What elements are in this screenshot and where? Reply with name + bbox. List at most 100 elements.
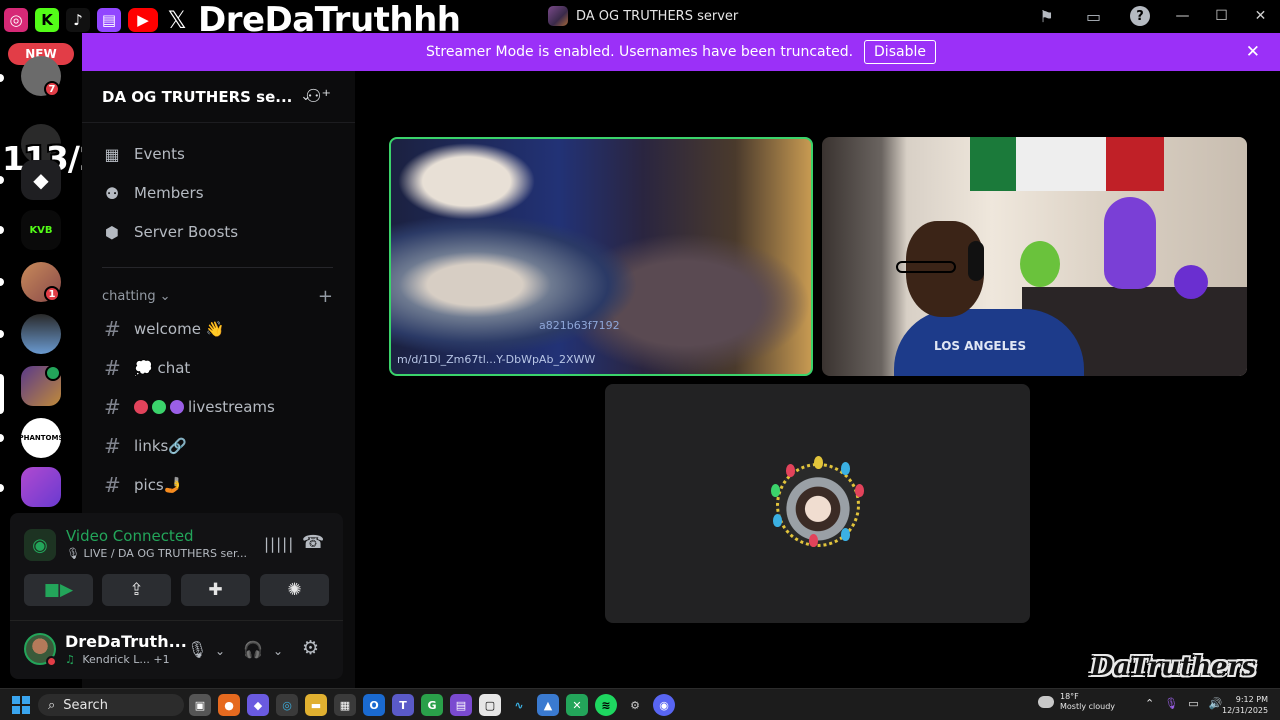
server-icon-glasses[interactable]	[21, 314, 61, 354]
boost-icon: ⬢	[105, 222, 119, 242]
channel-welcome[interactable]: # welcome 👋	[104, 312, 224, 346]
firefox-icon[interactable]: ●	[218, 694, 240, 716]
volume-icon[interactable]: 🔊	[1209, 697, 1223, 710]
unread-pip	[0, 74, 4, 82]
window-title: DA OG TRUTHERS server	[548, 6, 738, 26]
banner-message: Streamer Mode is enabled. Usernames have…	[426, 44, 854, 60]
hoodie-text: LOS ANGELES	[934, 339, 1027, 353]
video-overlay-text: m/d/1Dl_Zm67tl...Y-DbWpAb_2XWW	[397, 353, 596, 366]
disconnect-icon[interactable]: ☎	[302, 532, 324, 553]
close-window-button[interactable]: ✕	[1241, 0, 1280, 32]
headset	[968, 241, 984, 281]
network-icon[interactable]: ▭	[1188, 697, 1198, 710]
outlook-icon[interactable]: O	[363, 694, 385, 716]
system-tray: ⌃ 🎙 ▭ 🔊	[1145, 697, 1222, 710]
chevron-up-icon[interactable]: ⌃	[1145, 697, 1154, 710]
server-icon-purple[interactable]	[21, 467, 61, 507]
weather-widget[interactable]: 18°F Mostly cloudy	[1038, 692, 1115, 712]
window-title-text: DA OG TRUTHERS server	[576, 8, 739, 24]
plush-heart	[1174, 265, 1208, 299]
app-icon[interactable]: ▢	[479, 694, 501, 716]
channel-chat[interactable]: # 💭 chat	[104, 351, 190, 385]
category-chatting[interactable]: chatting ⌄	[102, 289, 171, 304]
instagram-icon: ◎	[2, 6, 30, 34]
microphone-icon[interactable]: 🎙	[187, 640, 207, 659]
teams-icon[interactable]: T	[392, 694, 414, 716]
task-view-icon[interactable]: ▣	[189, 694, 211, 716]
server-icon-gem[interactable]: ◆	[21, 160, 61, 200]
voice-panel: ◉ Video Connected 🎙 LIVE / DA OG TRUTHER…	[10, 513, 343, 679]
edge-icon[interactable]: ◎	[276, 694, 298, 716]
music-note-icon: ♫	[65, 653, 75, 666]
windows-taskbar: ⌕ Search ▣ ● ◆ ◎ ▬ ▦ O T G ▤ ▢ ∿ ▲ ✕ ≋ ⚙…	[0, 688, 1280, 720]
photos-icon[interactable]: ▲	[537, 694, 559, 716]
connection-signal-icon[interactable]: ◉	[24, 529, 56, 561]
noise-suppression-icon[interactable]: |||||	[264, 535, 294, 553]
mention-badge: 1	[44, 286, 60, 302]
search-icon: ⌕	[48, 697, 56, 713]
microphone-icon: 🎙	[66, 547, 80, 560]
channel-name: links	[134, 437, 169, 455]
nav-server-boosts[interactable]: ⬢ Server Boosts	[102, 215, 238, 249]
taskbar-search[interactable]: ⌕ Search	[38, 694, 184, 716]
create-channel-icon[interactable]: +	[318, 286, 333, 307]
app-icon[interactable]: ✕	[566, 694, 588, 716]
channel-pics[interactable]: # pics🤳	[104, 468, 182, 502]
close-icon[interactable]: ✕	[1246, 42, 1260, 62]
store-icon[interactable]: ▦	[334, 694, 356, 716]
clock-date: 12/31/2025	[1222, 706, 1269, 715]
spotify-icon[interactable]: ≋	[595, 694, 617, 716]
headphones-icon[interactable]: 🎧	[243, 640, 263, 659]
divider	[102, 267, 333, 268]
maximize-button[interactable]: ☐	[1202, 0, 1241, 32]
app-icon[interactable]: ▤	[450, 694, 472, 716]
light-bulb-icon	[771, 484, 780, 497]
app-icon[interactable]: ∿	[508, 694, 530, 716]
game-bar-icon[interactable]: G	[421, 694, 443, 716]
soundboard-button[interactable]: ✺	[260, 574, 329, 606]
voice-channel-label[interactable]: 🎙 LIVE / DA OG TRUTHERS ser...	[66, 547, 247, 560]
clock[interactable]: 9:12 PM 12/31/2025	[1222, 694, 1268, 716]
light-bulb-icon	[809, 534, 818, 547]
server-header[interactable]: DA OG TRUTHERS se... ⌄ ⚇⁺	[82, 71, 355, 123]
disable-streamer-mode-button[interactable]: Disable	[864, 40, 936, 64]
help-icon[interactable]: ?	[1130, 6, 1150, 26]
activities-button[interactable]: ✚	[181, 574, 250, 606]
purple-circle-icon	[170, 400, 184, 414]
server-icon-kvb[interactable]: KVB	[21, 210, 61, 250]
file-explorer-icon[interactable]: ▬	[305, 694, 327, 716]
copilot-icon[interactable]: ◆	[247, 694, 269, 716]
channel-links[interactable]: # links🔗	[104, 429, 187, 463]
webcam-person: LOS ANGELES	[894, 221, 1084, 376]
chevron-down-icon[interactable]: ⌄	[215, 644, 225, 658]
inbox-icon[interactable]: ▭	[1070, 0, 1117, 32]
text-channel-icon: #	[104, 434, 121, 458]
channel-livestreams[interactable]: # livestreams	[104, 390, 275, 424]
server-thumbnail	[548, 6, 568, 26]
nav-members[interactable]: ⚉ Members	[102, 176, 204, 210]
camera-button[interactable]: ■▶	[24, 574, 93, 606]
invite-people-icon[interactable]: ⚇⁺	[305, 86, 331, 107]
screen-share-button[interactable]: ⇪	[102, 574, 171, 606]
chevron-down-icon[interactable]: ⌄	[273, 644, 283, 658]
app-icon[interactable]: ⚙	[624, 694, 646, 716]
flag-icon[interactable]: ⚑	[1023, 0, 1070, 32]
user-name[interactable]: DreDaTruth...	[65, 632, 187, 651]
windows-start-icon[interactable]	[12, 696, 30, 714]
text-channel-icon: #	[104, 356, 121, 380]
unread-pip	[0, 484, 4, 492]
video-tile-speaking[interactable]: a821b63f7192 m/d/1Dl_Zm67tl...Y-DbWpAb_2…	[389, 137, 813, 376]
voice-status[interactable]: Video Connected	[66, 527, 194, 545]
discord-icon[interactable]: ◉	[653, 694, 675, 716]
unread-pip	[0, 226, 4, 234]
minimize-button[interactable]: —	[1163, 0, 1202, 32]
video-overlay-text: a821b63f7192	[539, 319, 620, 332]
server-icon-phantoms[interactable]: PHANTOMS	[21, 418, 61, 458]
gear-icon[interactable]: ⚙	[302, 637, 319, 659]
video-tile-avatar[interactable]	[605, 384, 1030, 623]
title-bar-actions: ⚑ ▭ ? — ☐ ✕	[1023, 0, 1280, 32]
nav-events[interactable]: ▦ Events	[102, 137, 184, 171]
video-tile-webcam[interactable]: LOS ANGELES	[822, 137, 1247, 376]
title-bar: ◎ K ♪ ▤ ▶ 𝕏 DreDaTruthhh DA OG TRUTHERS …	[0, 0, 1280, 40]
microphone-icon[interactable]: 🎙	[1164, 697, 1178, 710]
